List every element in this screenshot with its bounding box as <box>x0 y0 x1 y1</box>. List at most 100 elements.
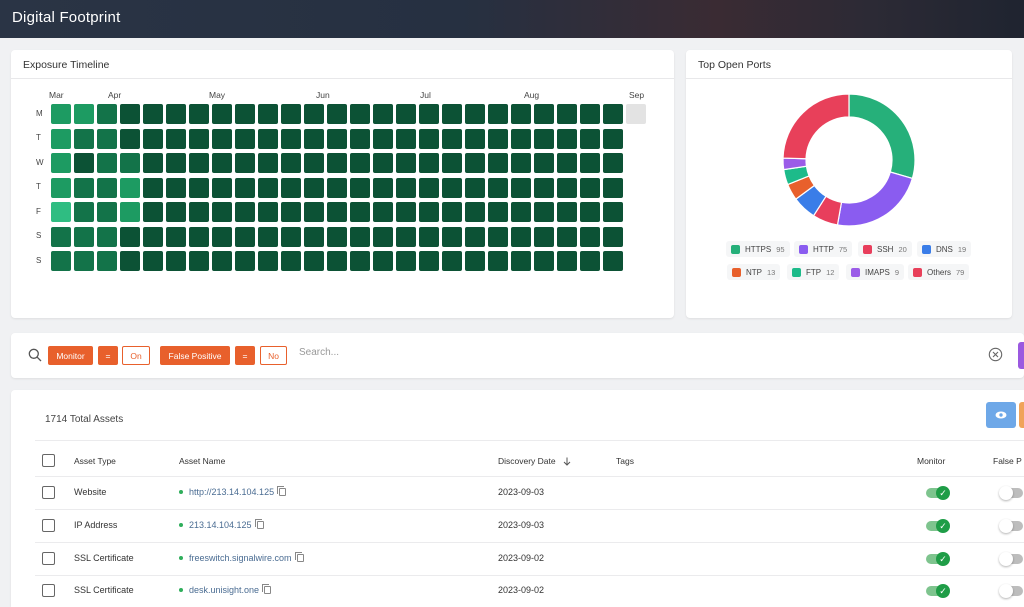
clear-search-icon[interactable] <box>988 347 1003 362</box>
heatmap-cell[interactable] <box>51 153 71 173</box>
heatmap-cell[interactable] <box>327 153 347 173</box>
monitor-filter-chip[interactable]: Monitor <box>48 346 93 365</box>
asset-name-text[interactable]: freeswitch.signalwire.com <box>189 553 292 563</box>
row-checkbox[interactable] <box>42 519 55 532</box>
heatmap-cell[interactable] <box>557 177 577 198</box>
heatmap-cell[interactable] <box>488 202 508 222</box>
donut-slice-http[interactable] <box>836 171 914 227</box>
heatmap-cell[interactable] <box>143 177 163 198</box>
heatmap-cell[interactable] <box>281 226 301 247</box>
heatmap-cell[interactable] <box>143 251 163 271</box>
search-input[interactable] <box>299 347 499 358</box>
heatmap-cell[interactable] <box>488 226 508 247</box>
heatmap-cell[interactable] <box>350 202 370 222</box>
heatmap-cell[interactable] <box>442 104 462 124</box>
heatmap-cell[interactable] <box>281 202 301 222</box>
heatmap-cell[interactable] <box>304 251 324 271</box>
legend-http[interactable]: HTTP 75 <box>794 241 853 257</box>
heatmap-cell[interactable] <box>97 251 117 271</box>
heatmap-cell[interactable] <box>327 226 347 247</box>
heatmap-cell[interactable] <box>212 202 232 222</box>
heatmap-cell[interactable] <box>258 226 278 247</box>
heatmap-cell[interactable] <box>166 202 186 222</box>
heatmap-cell[interactable] <box>327 104 347 124</box>
export-button[interactable] <box>1019 402 1024 428</box>
heatmap-cell[interactable] <box>511 177 531 198</box>
heatmap-cell[interactable] <box>557 202 577 222</box>
heatmap-cell[interactable] <box>143 226 163 247</box>
heatmap-cell[interactable] <box>51 177 71 198</box>
heatmap-cell[interactable] <box>212 226 232 247</box>
heatmap-cell[interactable] <box>580 104 600 124</box>
heatmap-cell[interactable] <box>120 153 140 173</box>
view-columns-button[interactable] <box>986 402 1016 428</box>
heatmap-cell[interactable] <box>580 153 600 173</box>
heatmap-cell[interactable] <box>166 226 186 247</box>
heatmap-cell[interactable] <box>235 128 255 149</box>
legend-others[interactable]: Others 79 <box>908 264 970 280</box>
heatmap-cell[interactable] <box>120 226 140 247</box>
heatmap-cell[interactable] <box>396 128 416 149</box>
heatmap-cell[interactable] <box>166 128 186 149</box>
select-all-checkbox[interactable] <box>42 454 55 467</box>
heatmap-cell[interactable] <box>235 251 255 271</box>
heatmap-cell[interactable] <box>442 202 462 222</box>
heatmap-cell[interactable] <box>327 177 347 198</box>
heatmap-cell[interactable] <box>626 104 646 124</box>
asset-name-link[interactable]: desk.unisight.one <box>179 584 272 595</box>
sort-down-icon[interactable] <box>563 457 571 466</box>
legend-https[interactable]: HTTPS 95 <box>726 241 790 257</box>
heatmap-cell[interactable] <box>74 128 94 149</box>
heatmap-cell[interactable] <box>97 128 117 149</box>
heatmap-cell[interactable] <box>373 153 393 173</box>
column-header-asset-type[interactable]: Asset Type <box>74 456 116 466</box>
heatmap-cell[interactable] <box>212 251 232 271</box>
heatmap-cell[interactable] <box>534 153 554 173</box>
heatmap-cell[interactable] <box>51 251 71 271</box>
heatmap-cell[interactable] <box>557 226 577 247</box>
heatmap-cell[interactable] <box>419 153 439 173</box>
heatmap-cell[interactable] <box>557 153 577 173</box>
heatmap-cell[interactable] <box>511 226 531 247</box>
heatmap-cell[interactable] <box>373 251 393 271</box>
column-header-false-positive[interactable]: False P <box>993 456 1022 466</box>
heatmap-cell[interactable] <box>281 104 301 124</box>
heatmap-cell[interactable] <box>304 153 324 173</box>
heatmap-cell[interactable] <box>557 128 577 149</box>
heatmap-cell[interactable] <box>373 202 393 222</box>
heatmap-cell[interactable] <box>189 153 209 173</box>
heatmap-cell[interactable] <box>327 251 347 271</box>
heatmap-cell[interactable] <box>511 128 531 149</box>
heatmap-cell[interactable] <box>396 251 416 271</box>
monitor-toggle[interactable]: ✓ <box>926 519 950 533</box>
heatmap-cell[interactable] <box>189 202 209 222</box>
heatmap-cell[interactable] <box>281 177 301 198</box>
heatmap-cell[interactable] <box>97 177 117 198</box>
heatmap-cell[interactable] <box>603 251 623 271</box>
heatmap-cell[interactable] <box>580 177 600 198</box>
heatmap-cell[interactable] <box>189 226 209 247</box>
heatmap-cell[interactable] <box>419 104 439 124</box>
heatmap-cell[interactable] <box>212 128 232 149</box>
monitor-toggle[interactable]: ✓ <box>926 552 950 566</box>
asset-name-link[interactable]: 213.14.104.125 <box>179 519 264 530</box>
heatmap-cell[interactable] <box>511 251 531 271</box>
heatmap-cell[interactable] <box>327 202 347 222</box>
monitor-value-chip[interactable]: On <box>122 346 150 365</box>
heatmap-cell[interactable] <box>465 153 485 173</box>
heatmap-cell[interactable] <box>419 226 439 247</box>
heatmap-cell[interactable] <box>74 153 94 173</box>
heatmap-cell[interactable] <box>603 104 623 124</box>
heatmap-cell[interactable] <box>74 251 94 271</box>
false-positive-value-chip[interactable]: No <box>260 346 287 365</box>
heatmap-cell[interactable] <box>603 128 623 149</box>
heatmap-cell[interactable] <box>74 104 94 124</box>
heatmap-cell[interactable] <box>603 226 623 247</box>
heatmap-cell[interactable] <box>350 226 370 247</box>
heatmap-cell[interactable] <box>465 251 485 271</box>
heatmap-cell[interactable] <box>166 104 186 124</box>
heatmap-cell[interactable] <box>189 128 209 149</box>
heatmap-cell[interactable] <box>304 226 324 247</box>
false-positive-toggle[interactable] <box>999 486 1023 500</box>
heatmap-cell[interactable] <box>534 104 554 124</box>
